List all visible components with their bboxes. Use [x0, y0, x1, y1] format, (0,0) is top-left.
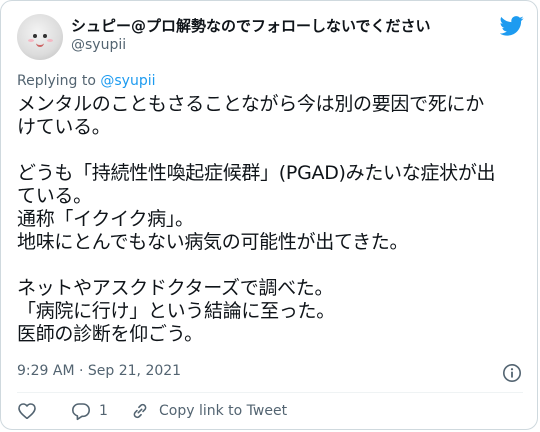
like-button[interactable]: [17, 401, 37, 421]
tweet-card: シュピー@プロ解勢なのでフォローしないでください @syupii Replyin…: [0, 0, 538, 430]
reply-mention-link[interactable]: @syupii: [100, 73, 155, 89]
copy-link-label: Copy link to Tweet: [159, 403, 288, 419]
info-icon[interactable]: [502, 363, 522, 383]
avatar-eye-right: [43, 34, 47, 38]
reply-bubble-icon: [72, 403, 90, 421]
display-name[interactable]: シュピー@プロ解勢なのでフォローしないでください: [71, 15, 431, 36]
divider: [17, 392, 523, 393]
avatar-cheek-left: [28, 39, 34, 42]
tweet-text: メンタルのこともさることながら今は別の要因で死にか けている。 どうも「持続性性…: [17, 93, 496, 345]
reply-prefix: Replying to: [17, 73, 101, 89]
user-handle[interactable]: @syupii: [71, 37, 126, 53]
twitter-bird-icon[interactable]: [500, 16, 524, 36]
tweet-timestamp[interactable]: 9:29 AM · Sep 21, 2021: [17, 363, 181, 379]
copy-link-button[interactable]: Copy link to Tweet: [130, 401, 287, 421]
replying-to: Replying to @syupii: [17, 73, 156, 89]
avatar-cheek-right: [47, 39, 53, 42]
reply-count: 1: [99, 403, 108, 419]
avatar[interactable]: [17, 14, 63, 60]
heart-icon: [18, 403, 36, 419]
avatar-mouth: [36, 41, 44, 47]
avatar-eye-left: [33, 34, 37, 38]
link-icon: [133, 403, 147, 419]
reply-button[interactable]: 1: [71, 401, 108, 421]
